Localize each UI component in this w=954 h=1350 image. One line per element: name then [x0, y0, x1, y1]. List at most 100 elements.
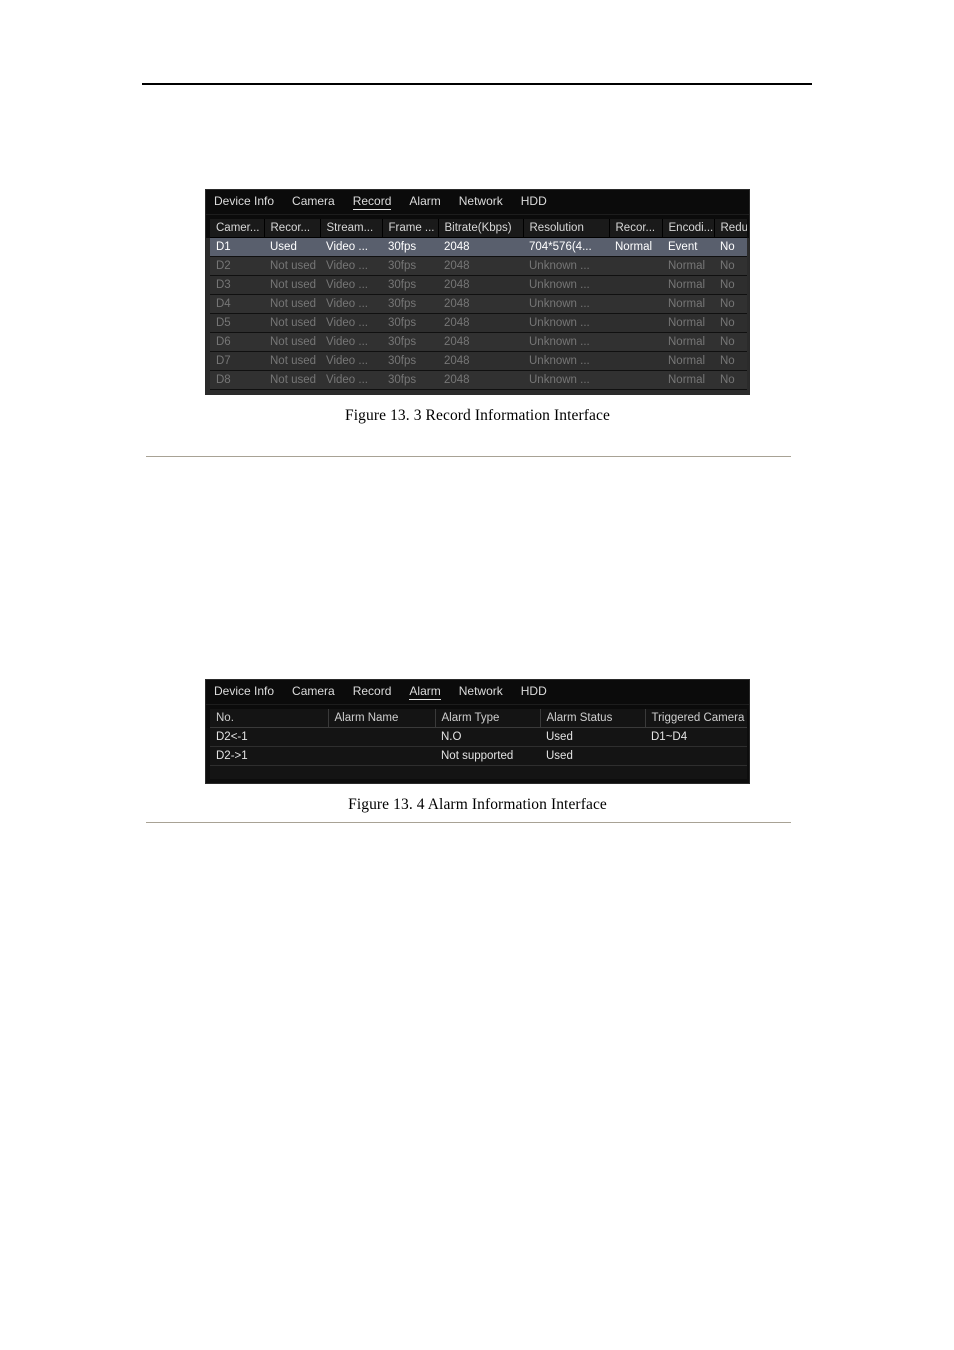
cell-redundancy: No: [714, 238, 747, 257]
record-table: D1 Used Video ... 30fps 2048 704*576(4..…: [210, 238, 747, 390]
tab-hdd[interactable]: HDD: [521, 685, 547, 699]
col-bitrate[interactable]: Bitrate(Kbps): [438, 219, 524, 238]
dvr-record-tabbar[interactable]: Device Info Camera Record Alarm Network …: [206, 190, 749, 215]
table-row[interactable]: D6 Not used Video ... 30fps 2048 Unknown…: [210, 332, 747, 352]
cell-resolution: Unknown ...: [523, 351, 609, 371]
col-encoding[interactable]: Encodi...: [662, 219, 715, 238]
col-alarm-status[interactable]: Alarm Status: [540, 709, 646, 728]
col-camera[interactable]: Camer...: [210, 219, 265, 238]
alarm-table-header: No. Alarm Name Alarm Type Alarm Status T…: [210, 709, 747, 728]
cell-camera: D8: [210, 370, 264, 390]
cell-camera: D2: [210, 256, 264, 276]
tab-alarm[interactable]: Alarm: [409, 684, 441, 700]
figure-caption-alarm: Figure 13. 4 Alarm Information Interface: [348, 795, 607, 813]
cell-frame-rate: 30fps: [382, 313, 438, 333]
tab-device-info[interactable]: Device Info: [214, 685, 274, 699]
cell-redundancy: No: [714, 256, 747, 276]
table-row[interactable]: [210, 765, 747, 779]
dvr-alarm-tabbar[interactable]: Device Info Camera Record Alarm Network …: [206, 680, 749, 705]
section-divider-bottom: [146, 822, 791, 823]
table-row[interactable]: D5 Not used Video ... 30fps 2048 Unknown…: [210, 313, 747, 333]
cell-stream-type: Video ...: [320, 370, 382, 390]
cell-frame-rate: 30fps: [382, 256, 438, 276]
cell-record-status: Not used: [264, 370, 320, 390]
cell-alarm-name: [328, 746, 435, 766]
cell-camera: D3: [210, 275, 264, 295]
col-alarm-type[interactable]: Alarm Type: [435, 709, 541, 728]
cell-alarm-status: [540, 765, 645, 779]
table-row[interactable]: D1 Used Video ... 30fps 2048 704*576(4..…: [210, 238, 747, 257]
cell-record-status: Not used: [264, 256, 320, 276]
tab-alarm[interactable]: Alarm: [409, 195, 440, 209]
table-row[interactable]: D4 Not used Video ... 30fps 2048 Unknown…: [210, 294, 747, 314]
cell-frame-rate: 30fps: [382, 238, 438, 257]
col-record-status[interactable]: Recor...: [264, 219, 321, 238]
col-no[interactable]: No.: [210, 709, 329, 728]
cell-triggered-camera: [645, 746, 747, 766]
cell-record-type: [609, 332, 662, 352]
cell-camera: D4: [210, 294, 264, 314]
cell-encoding: Normal: [662, 313, 714, 333]
cell-record-status: Not used: [264, 294, 320, 314]
record-table-header: Camer... Recor... Stream... Frame ... Bi…: [210, 219, 747, 238]
cell-record-type: [609, 294, 662, 314]
table-row[interactable]: D8 Not used Video ... 30fps 2048 Unknown…: [210, 370, 747, 390]
cell-redundancy: No: [714, 294, 747, 314]
dvr-record-panel: Device Info Camera Record Alarm Network …: [205, 189, 750, 395]
alarm-table: D2<-1 N.O Used D1~D4 D2->1 Not supported…: [210, 728, 747, 779]
tab-network[interactable]: Network: [459, 195, 503, 209]
cell-frame-rate: 30fps: [382, 275, 438, 295]
table-row[interactable]: D3 Not used Video ... 30fps 2048 Unknown…: [210, 275, 747, 295]
col-frame-rate[interactable]: Frame ...: [382, 219, 439, 238]
cell-record-type: [609, 313, 662, 333]
table-row[interactable]: D2<-1 N.O Used D1~D4: [210, 728, 747, 747]
cell-record-status: Used: [264, 238, 320, 257]
cell-stream-type: Video ...: [320, 275, 382, 295]
cell-stream-type: Video ...: [320, 238, 382, 257]
cell-no: [210, 765, 328, 779]
col-resolution[interactable]: Resolution: [523, 219, 610, 238]
cell-frame-rate: 30fps: [382, 370, 438, 390]
cell-bitrate: 2048: [438, 275, 523, 295]
cell-encoding: Normal: [662, 332, 714, 352]
cell-bitrate: 2048: [438, 351, 523, 371]
col-alarm-name[interactable]: Alarm Name: [328, 709, 436, 728]
table-row[interactable]: D7 Not used Video ... 30fps 2048 Unknown…: [210, 351, 747, 371]
tab-device-info[interactable]: Device Info: [214, 195, 274, 209]
cell-encoding: Event: [662, 238, 714, 257]
cell-camera: D5: [210, 313, 264, 333]
alarm-table-header-area: No. Alarm Name Alarm Type Alarm Status T…: [206, 705, 749, 728]
cell-resolution: Unknown ...: [523, 313, 609, 333]
col-triggered-camera[interactable]: Triggered Camera: [645, 709, 747, 728]
cell-no: D2<-1: [210, 728, 328, 747]
cell-alarm-status: Used: [540, 728, 645, 747]
col-record-type[interactable]: Recor...: [609, 219, 663, 238]
figure-caption-record: Figure 13. 3 Record Information Interfac…: [345, 407, 610, 424]
cell-bitrate: 2048: [438, 256, 523, 276]
tab-record[interactable]: Record: [352, 194, 392, 210]
col-redundancy[interactable]: Redun...: [714, 219, 747, 238]
cell-stream-type: Video ...: [320, 294, 382, 314]
tab-camera[interactable]: Camera: [292, 195, 335, 209]
cell-record-status: Not used: [264, 275, 320, 295]
cell-triggered-camera: [645, 765, 747, 779]
tab-network[interactable]: Network: [459, 685, 503, 699]
tab-hdd[interactable]: HDD: [521, 195, 547, 209]
section-divider-top: [146, 456, 791, 457]
cell-bitrate: 2048: [438, 238, 523, 257]
cell-stream-type: Video ...: [320, 351, 382, 371]
record-table-header-row: Camer... Recor... Stream... Frame ... Bi…: [210, 219, 747, 238]
cell-no: D2->1: [210, 746, 328, 766]
table-row[interactable]: D2->1 Not supported Used: [210, 746, 747, 766]
cell-record-status: Not used: [264, 313, 320, 333]
page-header-rule: [142, 83, 812, 85]
cell-resolution: Unknown ...: [523, 332, 609, 352]
col-stream-type[interactable]: Stream...: [320, 219, 383, 238]
table-row[interactable]: D2 Not used Video ... 30fps 2048 Unknown…: [210, 256, 747, 276]
tab-record[interactable]: Record: [353, 685, 392, 699]
alarm-table-body-area: D2<-1 N.O Used D1~D4 D2->1 Not supported…: [206, 728, 749, 783]
cell-resolution: Unknown ...: [523, 256, 609, 276]
tab-camera[interactable]: Camera: [292, 685, 335, 699]
cell-record-type: [609, 275, 662, 295]
cell-stream-type: Video ...: [320, 332, 382, 352]
